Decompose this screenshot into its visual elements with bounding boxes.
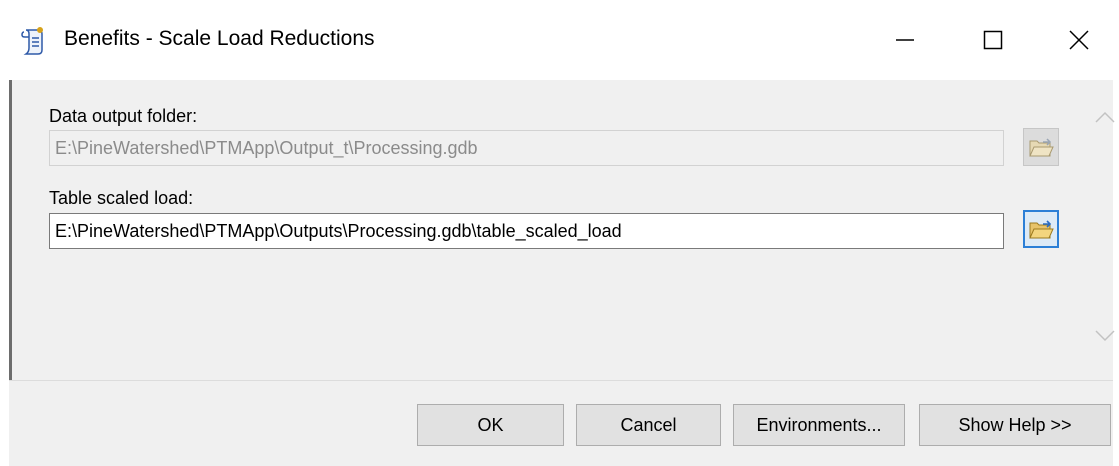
window-title: Benefits - Scale Load Reductions xyxy=(64,27,375,50)
open-folder-icon xyxy=(1029,138,1054,157)
table-scaled-load-label: Table scaled load: xyxy=(49,188,194,208)
parameters-panel: Data output folder: E:\PineWatershed\PTM… xyxy=(9,80,1116,380)
maximize-button[interactable] xyxy=(950,0,1036,80)
close-button[interactable] xyxy=(1036,0,1119,80)
title-bar: Benefits - Scale Load Reductions xyxy=(0,0,1119,80)
button-bar: OK Cancel Environments... Show Help >> xyxy=(9,380,1113,466)
table-scaled-load-field[interactable]: E:\PineWatershed\PTMApp\Outputs\Processi… xyxy=(49,213,1004,249)
minimize-button[interactable] xyxy=(862,0,948,80)
minimize-icon xyxy=(896,39,914,41)
maximize-icon xyxy=(983,30,1003,50)
ok-button[interactable]: OK xyxy=(417,404,564,446)
environments-button[interactable]: Environments... xyxy=(733,404,905,446)
scroll-up-button[interactable] xyxy=(1094,109,1116,125)
scroll-down-button[interactable] xyxy=(1094,328,1116,344)
data-output-folder-label: Data output folder: xyxy=(49,106,198,126)
chevron-down-icon xyxy=(1095,330,1115,342)
chevron-up-icon xyxy=(1095,111,1115,123)
script-tool-icon xyxy=(20,26,46,56)
close-icon xyxy=(1069,30,1089,50)
cancel-button[interactable]: Cancel xyxy=(576,404,721,446)
show-help-button[interactable]: Show Help >> xyxy=(919,404,1111,446)
data-output-folder-browse-button xyxy=(1023,128,1059,166)
table-scaled-load-browse-button[interactable] xyxy=(1023,210,1059,248)
open-folder-icon xyxy=(1029,220,1054,239)
data-output-folder-field: E:\PineWatershed\PTMApp\Output_t\Process… xyxy=(49,130,1004,166)
